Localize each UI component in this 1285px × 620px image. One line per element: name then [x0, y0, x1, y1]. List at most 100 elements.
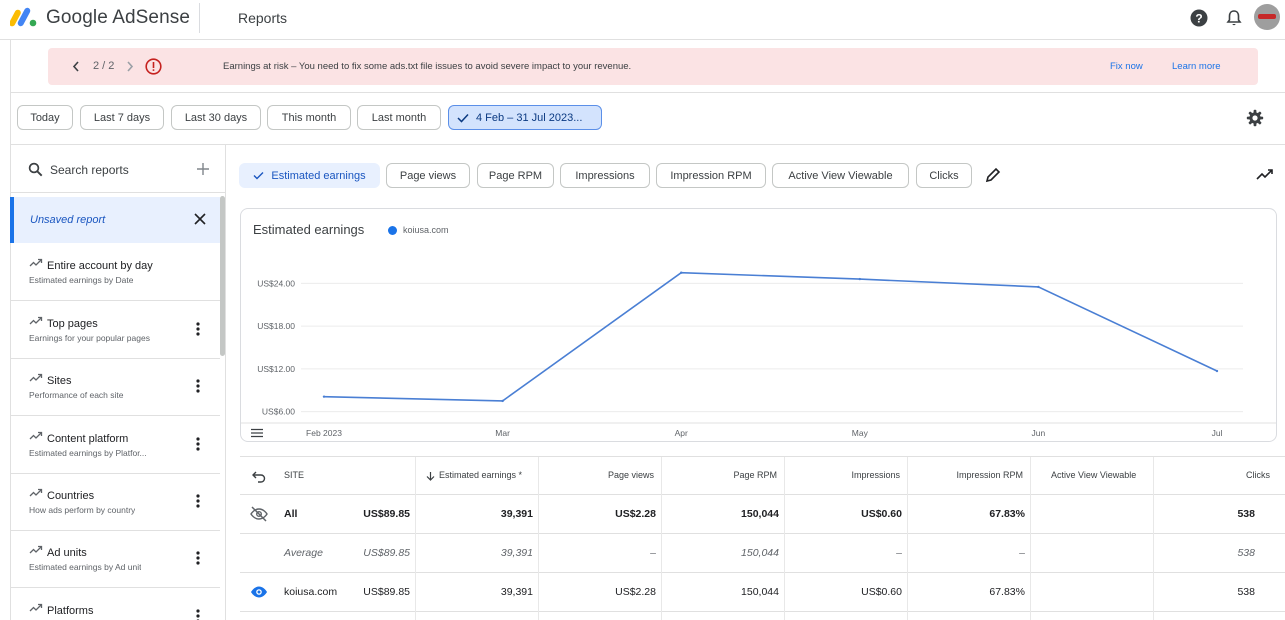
col-header-impressions[interactable]: Impressions: [851, 470, 900, 480]
cell-site[interactable]: All: [284, 508, 297, 520]
date-filter-last-30-days[interactable]: Last 30 days: [171, 105, 261, 130]
visibility-off-icon[interactable]: [250, 506, 268, 522]
cell-impressions: 150,044: [741, 547, 779, 559]
adsense-logo-icon[interactable]: [10, 6, 38, 28]
avatar-badge: [1258, 14, 1276, 19]
data-point[interactable]: [1215, 369, 1219, 373]
y-tick-label: US$18.00: [257, 321, 295, 331]
cell-earnings: US$89.85: [363, 508, 410, 520]
cell-page-rpm: US$2.28: [615, 586, 656, 598]
y-tick-label: US$6.00: [262, 407, 295, 417]
table-row[interactable]: koiusa.com US$89.85 39,391 US$2.28 150,044 US…: [240, 573, 1285, 612]
data-point[interactable]: [1037, 285, 1040, 289]
col-header-estimated-earnings[interactable]: Estimated earnings *: [439, 470, 522, 480]
series-line-0[interactable]: [323, 271, 1218, 402]
unsaved-report-item[interactable]: Unsaved report: [10, 197, 220, 243]
cell-clicks: 538: [1237, 586, 1255, 598]
metric-impression-rpm[interactable]: Impression RPM: [656, 163, 766, 188]
more-vert-icon[interactable]: [196, 379, 200, 393]
col-header-site[interactable]: SITE: [284, 470, 304, 480]
search-placeholder: Search reports: [50, 163, 129, 177]
col-header-clicks[interactable]: Clicks: [1246, 470, 1270, 480]
table-row[interactable]: All US$89.85 39,391 US$2.28 150,044 US$0.60 67…: [240, 495, 1285, 534]
fix-now-link[interactable]: Fix now: [1110, 61, 1143, 72]
report-trend-icon: [29, 373, 43, 382]
col-header-active-view-viewable[interactable]: Active View Viewable: [1051, 470, 1136, 480]
date-filter-today[interactable]: Today: [17, 105, 73, 130]
y-tick-label: US$24.00: [257, 278, 295, 288]
cell-viewable: –: [1019, 547, 1025, 559]
check-icon: [457, 113, 469, 123]
sidebar-report-item[interactable]: Entire account by day Estimated earnings …: [10, 244, 220, 301]
learn-more-link[interactable]: Learn more: [1172, 61, 1221, 72]
settings-gear-icon[interactable]: [1246, 109, 1264, 127]
x-tick-label: Jul: [1212, 428, 1223, 438]
col-header-page-rpm[interactable]: Page RPM: [733, 470, 777, 480]
chevron-left-icon[interactable]: [72, 61, 80, 72]
data-point[interactable]: [680, 271, 683, 274]
date-filter-last-7-days[interactable]: Last 7 days: [80, 105, 164, 130]
data-point[interactable]: [501, 399, 504, 403]
report-title: Platforms: [47, 605, 94, 617]
chart-trend-toggle-icon[interactable]: [1256, 168, 1274, 182]
x-tick-label: Feb 2023: [306, 428, 342, 438]
report-subtitle: How ads perform by country: [29, 505, 136, 515]
more-vert-icon[interactable]: [196, 551, 200, 565]
report-title: Sites: [47, 375, 72, 387]
cell-site[interactable]: koiusa.com: [284, 586, 337, 598]
x-tick-label: Jun: [1032, 428, 1046, 438]
edit-pencil-icon[interactable]: [985, 167, 1001, 183]
x-tick-label: Mar: [495, 428, 510, 438]
column-divider: [1030, 457, 1031, 620]
notifications-bell-icon[interactable]: [1224, 8, 1244, 28]
chevron-right-icon[interactable]: [126, 61, 134, 72]
metric-active-view-viewable[interactable]: Active View Viewable: [772, 163, 909, 188]
date-filter-this-month[interactable]: This month: [267, 105, 351, 130]
sidebar-report-item[interactable]: Countries How ads perform by country: [10, 474, 220, 531]
close-icon[interactable]: [194, 213, 206, 225]
table-row[interactable]: Average US$89.85 39,391 – 150,044 – – 538: [240, 534, 1285, 573]
more-vert-icon[interactable]: [196, 437, 200, 451]
metric-estimated-earnings[interactable]: Estimated earnings: [239, 163, 380, 188]
x-tick-label: May: [852, 428, 869, 438]
report-subtitle: Estimated earnings by Platfor...: [29, 448, 147, 458]
date-filter-last-month[interactable]: Last month: [357, 105, 441, 130]
undo-icon[interactable]: [252, 469, 266, 483]
search-reports[interactable]: Search reports: [10, 145, 225, 193]
cell-page-views: 39,391: [500, 586, 533, 598]
add-report-icon[interactable]: [196, 162, 210, 176]
sidebar-report-item[interactable]: Top pages Earnings for your popular pages: [10, 302, 220, 359]
sidebar-report-item[interactable]: Platforms: [10, 589, 220, 620]
metric-clicks[interactable]: Clicks: [916, 163, 972, 188]
column-divider: [784, 457, 785, 620]
cell-impression-rpm: US$0.60: [861, 508, 902, 520]
col-header-impression-rpm[interactable]: Impression RPM: [956, 470, 1023, 480]
date-range-picker[interactable]: 4 Feb – 31 Jul 2023...: [448, 105, 602, 130]
sidebar-report-item[interactable]: Ad units Estimated earnings by Ad unit: [10, 531, 220, 588]
report-title: Ad units: [47, 547, 87, 559]
account-avatar[interactable]: [1254, 4, 1280, 30]
chart-table-toggle-icon[interactable]: [251, 428, 263, 438]
col-header-page-views[interactable]: Page views: [608, 470, 654, 480]
y-tick-label: US$12.00: [257, 364, 295, 374]
metric-impressions[interactable]: Impressions: [560, 163, 650, 188]
sidebar-report-item[interactable]: Content platform Estimated earnings by Pl…: [10, 417, 220, 474]
data-point[interactable]: [322, 395, 326, 398]
more-vert-icon[interactable]: [196, 322, 200, 336]
banner-message: Earnings at risk – You need to fix some …: [223, 61, 632, 72]
more-vert-icon[interactable]: [196, 494, 200, 508]
more-vert-icon[interactable]: [196, 609, 200, 620]
earnings-chart-card: Estimated earnings koiusa.com US$6.00 US$…: [240, 208, 1277, 442]
data-point[interactable]: [858, 277, 861, 281]
help-icon[interactable]: ?: [1189, 8, 1209, 28]
metric-page-rpm[interactable]: Page RPM: [477, 163, 554, 188]
metric-page-views[interactable]: Page views: [386, 163, 470, 188]
sidebar-scrollbar[interactable]: [220, 196, 225, 356]
reports-sidebar: Search reports Unsaved report Entire acc…: [10, 145, 226, 620]
cell-clicks: 538: [1237, 547, 1255, 559]
report-trend-icon: [29, 431, 43, 440]
column-divider: [415, 457, 416, 620]
sidebar-report-item[interactable]: Sites Performance of each site: [10, 359, 220, 416]
visibility-icon[interactable]: [250, 585, 268, 599]
sort-descending-icon[interactable]: [426, 471, 435, 481]
